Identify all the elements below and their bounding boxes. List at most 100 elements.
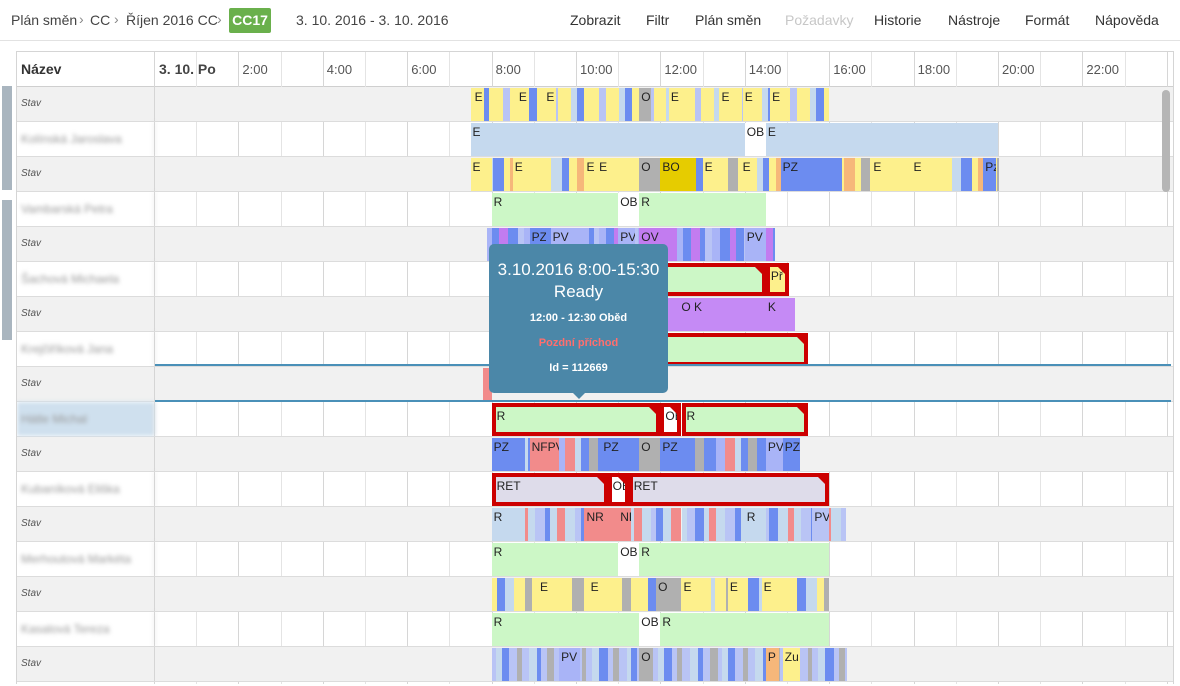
menu-zobrazit[interactable]: Zobrazit [570, 12, 621, 28]
schedule-block[interactable]: K [765, 298, 796, 331]
vertical-scrollbar[interactable] [1162, 90, 1170, 192]
schedule-block[interactable]: E [911, 158, 952, 191]
schedule-block[interactable] [619, 648, 628, 681]
schedule-block[interactable] [621, 578, 631, 611]
schedule-block[interactable] [497, 578, 505, 611]
breadcrumb-month[interactable]: Říjen 2016 CC [126, 12, 218, 28]
schedule-block[interactable] [565, 508, 576, 541]
schedule-block[interactable]: O K [679, 298, 766, 331]
schedule-block[interactable] [996, 158, 999, 191]
schedule-block[interactable]: OB [618, 193, 640, 226]
schedule-block[interactable]: E [472, 88, 485, 121]
schedule-block[interactable] [503, 88, 510, 121]
schedule-block[interactable] [598, 88, 606, 121]
schedule-block[interactable] [671, 508, 682, 541]
schedule-block[interactable]: O [639, 438, 661, 471]
schedule-block[interactable]: P [765, 648, 779, 681]
schedule-block[interactable] [951, 158, 961, 191]
schedule-block[interactable]: E [770, 88, 782, 121]
menu-format[interactable]: Formát [1025, 12, 1069, 28]
schedule-block[interactable] [592, 648, 600, 681]
schedule-block[interactable] [546, 648, 554, 681]
schedule-block[interactable]: NR [584, 508, 619, 541]
schedule-block[interactable] [715, 578, 726, 611]
schedule-block[interactable] [562, 158, 569, 191]
schedule-block[interactable]: E [470, 158, 492, 191]
schedule-block[interactable] [816, 88, 824, 121]
schedule-block[interactable] [694, 88, 702, 121]
schedule-block[interactable] [800, 648, 808, 681]
schedule-block[interactable] [525, 578, 532, 611]
schedule-block[interactable]: E [740, 158, 758, 191]
schedule-block[interactable] [830, 508, 841, 541]
schedule-block[interactable] [765, 228, 774, 261]
schedule-block[interactable] [527, 508, 536, 541]
schedule-block[interactable] [624, 88, 633, 121]
schedule-block[interactable]: E [727, 578, 745, 611]
schedule-block[interactable]: E [871, 158, 910, 191]
selected-shift-block[interactable]: R [681, 403, 809, 436]
schedule-block[interactable] [683, 228, 691, 261]
selected-shift-block[interactable]: Př [765, 263, 790, 296]
schedule-block[interactable]: Zu [782, 648, 800, 681]
schedule-block[interactable] [769, 508, 778, 541]
schedule-block[interactable] [724, 508, 735, 541]
breadcrumb-cc[interactable]: CC [90, 12, 110, 28]
schedule-block[interactable] [630, 578, 642, 611]
schedule-block[interactable] [716, 508, 725, 541]
schedule-block[interactable] [709, 508, 717, 541]
schedule-block[interactable] [709, 648, 718, 681]
schedule-block[interactable] [492, 158, 504, 191]
schedule-block[interactable] [568, 158, 578, 191]
schedule-block[interactable] [806, 578, 818, 611]
schedule-block[interactable] [720, 228, 731, 261]
schedule-block[interactable] [572, 578, 584, 611]
schedule-block[interactable]: OB [744, 123, 766, 156]
schedule-block[interactable] [817, 578, 824, 611]
selected-shift-block[interactable]: RET [628, 473, 830, 506]
schedule-block[interactable]: NFPV [529, 438, 560, 471]
schedule-block[interactable]: E [719, 88, 732, 121]
schedule-block[interactable] [689, 648, 699, 681]
schedule-block[interactable] [528, 88, 537, 121]
schedule-block[interactable] [653, 88, 662, 121]
schedule-block[interactable] [777, 508, 788, 541]
schedule-block[interactable]: R [491, 543, 619, 576]
menu-nastroje[interactable]: Nástroje [948, 12, 1000, 28]
schedule-block[interactable]: PZ [601, 438, 640, 471]
schedule-block[interactable]: E [597, 158, 640, 191]
schedule-block[interactable] [823, 578, 830, 611]
schedule-block[interactable]: NR [618, 508, 631, 541]
schedule-block[interactable] [790, 88, 798, 121]
schedule-block[interactable] [726, 158, 738, 191]
schedule-block[interactable] [789, 578, 798, 611]
schedule-block[interactable] [528, 648, 537, 681]
schedule-block[interactable] [747, 578, 759, 611]
schedule-block[interactable] [701, 88, 710, 121]
schedule-block[interactable] [734, 648, 744, 681]
schedule-block[interactable]: E [702, 158, 728, 191]
selected-shift-block[interactable]: R [491, 403, 661, 436]
schedule-block[interactable] [727, 648, 735, 681]
schedule-block[interactable] [588, 438, 598, 471]
schedule-block[interactable] [854, 158, 862, 191]
schedule-block[interactable]: OB [618, 543, 640, 576]
schedule-block[interactable]: PZ [780, 158, 842, 191]
schedule-block[interactable]: E [765, 123, 998, 156]
schedule-block[interactable]: E [544, 88, 557, 121]
schedule-block[interactable]: E [668, 88, 681, 121]
schedule-block[interactable] [508, 648, 518, 681]
breadcrumb-plan-smen[interactable]: Plán směn [11, 12, 77, 28]
schedule-block[interactable] [641, 508, 652, 541]
schedule-block[interactable] [705, 228, 712, 261]
schedule-block[interactable]: O [656, 578, 682, 611]
schedule-block[interactable]: E [538, 578, 568, 611]
schedule-block[interactable] [716, 438, 725, 471]
schedule-block[interactable]: E [512, 158, 547, 191]
schedule-block[interactable] [709, 438, 717, 471]
schedule-block[interactable] [581, 438, 589, 471]
schedule-block[interactable]: O [639, 88, 652, 121]
schedule-block[interactable] [736, 228, 744, 261]
schedule-block[interactable]: R [491, 508, 526, 541]
schedule-block[interactable] [793, 508, 802, 541]
